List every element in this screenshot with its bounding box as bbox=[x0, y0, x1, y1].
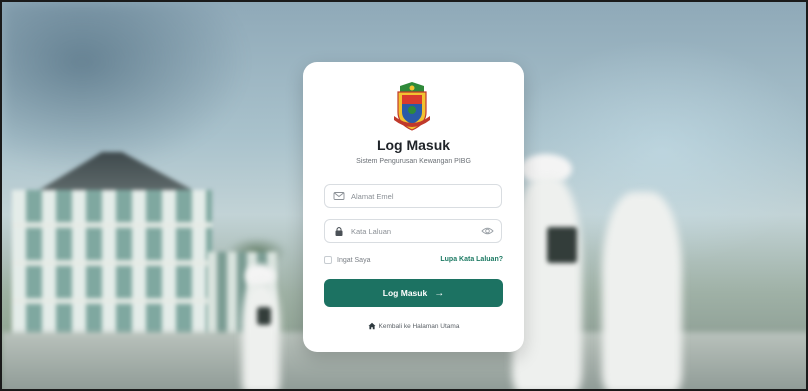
forgot-password-link[interactable]: Lupa Kata Laluan? bbox=[440, 254, 503, 266]
lock-icon bbox=[335, 227, 343, 236]
remember-checkbox[interactable] bbox=[324, 256, 332, 264]
arrow-right-icon: → bbox=[434, 287, 445, 299]
back-to-home-link[interactable]: Kembali ke Halaman Utama bbox=[303, 320, 524, 332]
background-book bbox=[257, 307, 271, 325]
background-building bbox=[12, 152, 212, 342]
password-input[interactable] bbox=[351, 223, 481, 239]
remember-me[interactable]: Ingat Saya bbox=[324, 254, 370, 266]
page-title: Log Masuk bbox=[376, 137, 451, 153]
background-book bbox=[547, 227, 577, 263]
login-card: Log Masuk Sistem Pengurusan Kewangan PIB… bbox=[303, 62, 524, 352]
login-screen: Log Masuk Sistem Pengurusan Kewangan PIB… bbox=[0, 0, 808, 391]
envelope-icon bbox=[333, 192, 345, 200]
remember-label: Ingat Saya bbox=[337, 256, 371, 264]
login-button-label: Log Masuk bbox=[382, 288, 428, 298]
crest-logo bbox=[394, 82, 430, 131]
background-person bbox=[602, 192, 682, 389]
page-subtitle: Sistem Pengurusan Kewangan PIBG bbox=[356, 158, 471, 165]
back-label: Kembali ke Halaman Utama bbox=[378, 322, 460, 330]
login-button[interactable]: Log Masuk → bbox=[324, 279, 503, 307]
password-field[interactable] bbox=[324, 219, 502, 243]
eye-icon[interactable] bbox=[481, 225, 494, 237]
email-field[interactable] bbox=[324, 184, 502, 208]
email-input[interactable] bbox=[351, 188, 481, 204]
home-icon bbox=[368, 322, 376, 330]
background-person bbox=[242, 282, 280, 389]
